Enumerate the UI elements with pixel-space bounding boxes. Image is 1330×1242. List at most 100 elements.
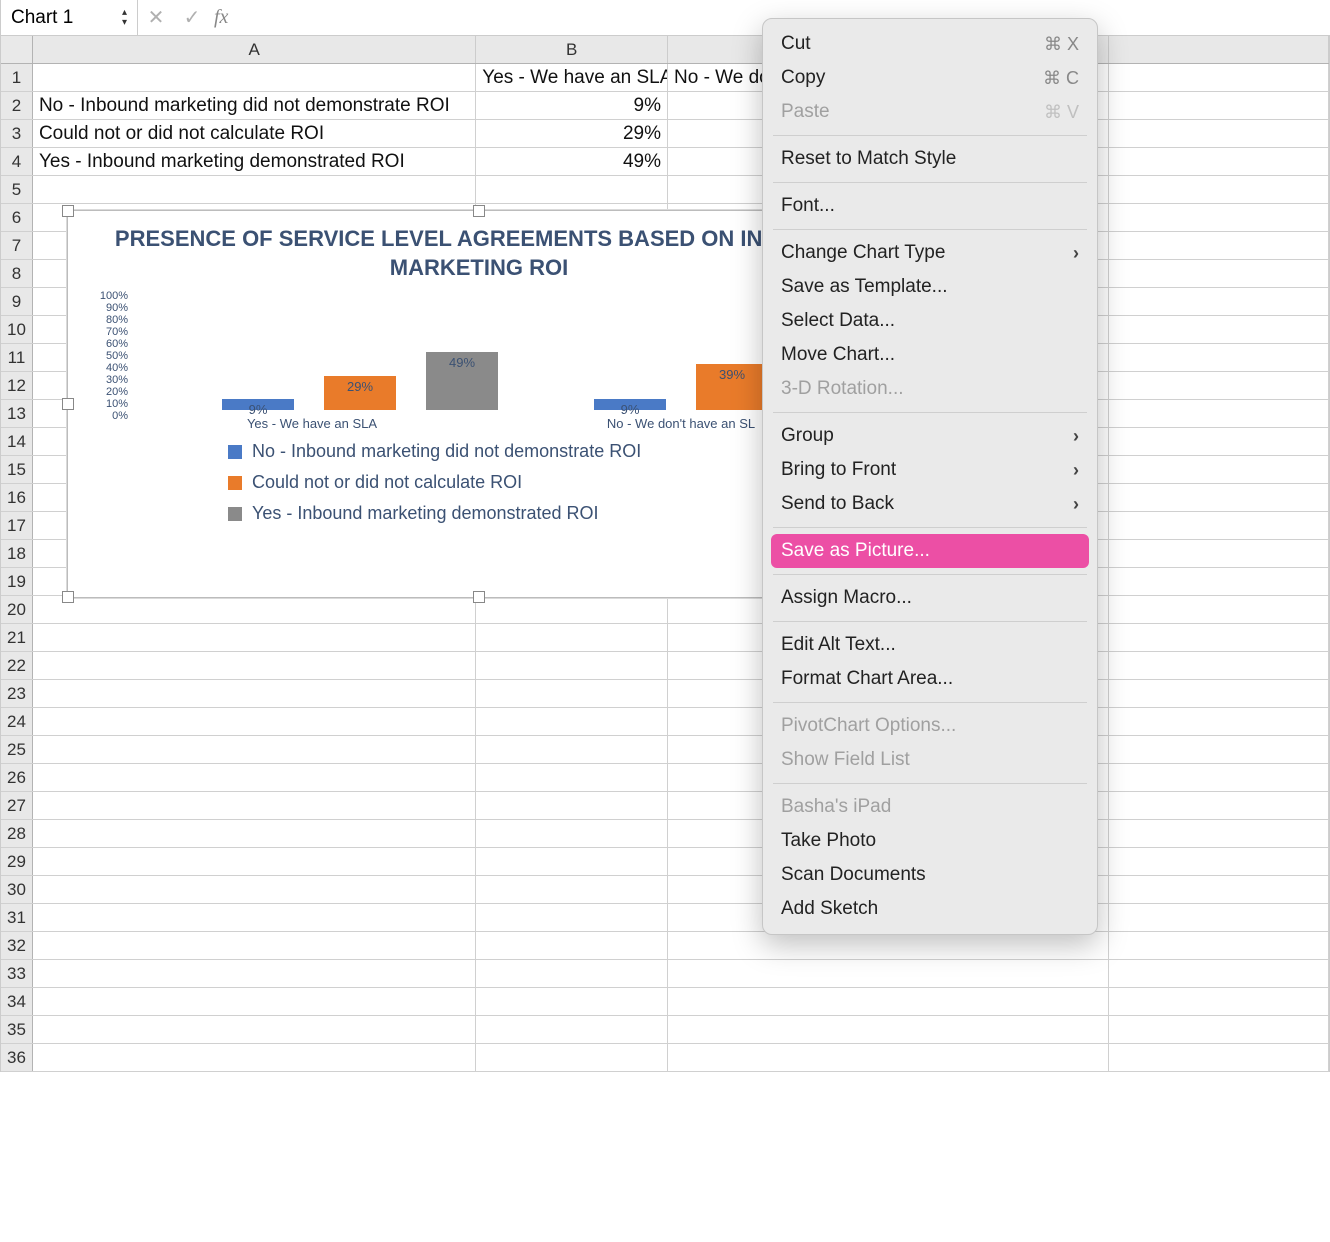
menu-item-edit-alt-text[interactable]: Edit Alt Text... (763, 628, 1097, 662)
cell-D24[interactable] (1109, 708, 1329, 735)
cell-B34[interactable] (476, 988, 668, 1015)
cell-D28[interactable] (1109, 820, 1329, 847)
cell-B29[interactable] (476, 848, 668, 875)
cell-D35[interactable] (1109, 1016, 1329, 1043)
cell-D27[interactable] (1109, 792, 1329, 819)
cell-A32[interactable] (33, 932, 476, 959)
cell-A23[interactable] (33, 680, 476, 707)
resize-handle[interactable] (62, 398, 74, 410)
cell-C35[interactable] (668, 1016, 1109, 1043)
cell-D36[interactable] (1109, 1044, 1329, 1071)
menu-item-take-photo[interactable]: Take Photo (763, 824, 1097, 858)
cell-D19[interactable] (1109, 568, 1329, 595)
cell-D30[interactable] (1109, 876, 1329, 903)
cell-B25[interactable] (476, 736, 668, 763)
cell-D11[interactable] (1109, 344, 1329, 371)
cell-B20[interactable] (476, 596, 668, 623)
confirm-edit-button[interactable]: ✓ (174, 5, 210, 30)
cell-C33[interactable] (668, 960, 1109, 987)
menu-item-add-sketch[interactable]: Add Sketch (763, 892, 1097, 926)
cell-D7[interactable] (1109, 232, 1329, 259)
row-header[interactable]: 29 (1, 848, 33, 875)
cell-A20[interactable] (33, 596, 476, 623)
cell-D18[interactable] (1109, 540, 1329, 567)
row-header[interactable]: 4 (1, 148, 33, 175)
cell-A33[interactable] (33, 960, 476, 987)
menu-item-save-as-picture[interactable]: Save as Picture... (771, 534, 1089, 568)
row-header[interactable]: 13 (1, 400, 33, 427)
col-header-B[interactable]: B (476, 36, 668, 63)
cell-D10[interactable] (1109, 316, 1329, 343)
menu-item-bring-to-front[interactable]: Bring to Front› (763, 453, 1097, 487)
cell-D13[interactable] (1109, 400, 1329, 427)
fx-label[interactable]: fx (210, 6, 228, 29)
row-header[interactable]: 30 (1, 876, 33, 903)
cell-A35[interactable] (33, 1016, 476, 1043)
row-header[interactable]: 17 (1, 512, 33, 539)
menu-item-scan-documents[interactable]: Scan Documents (763, 858, 1097, 892)
cell-B2[interactable]: 9% (476, 92, 668, 119)
cell-D26[interactable] (1109, 764, 1329, 791)
cell-A34[interactable] (33, 988, 476, 1015)
cell-C36[interactable] (668, 1044, 1109, 1071)
cell-D34[interactable] (1109, 988, 1329, 1015)
cell-B31[interactable] (476, 904, 668, 931)
menu-item-group[interactable]: Group› (763, 419, 1097, 453)
cell-B33[interactable] (476, 960, 668, 987)
cell-A24[interactable] (33, 708, 476, 735)
row-header[interactable]: 19 (1, 568, 33, 595)
col-header-D[interactable] (1109, 36, 1329, 63)
row-header[interactable]: 6 (1, 204, 33, 231)
cell-B1[interactable]: Yes - We have an SLA (476, 64, 668, 91)
cell-A26[interactable] (33, 764, 476, 791)
menu-item-font[interactable]: Font... (763, 189, 1097, 223)
resize-handle[interactable] (62, 591, 74, 603)
row-header[interactable]: 9 (1, 288, 33, 315)
cell-B23[interactable] (476, 680, 668, 707)
cell-D2[interactable] (1109, 92, 1329, 119)
cell-D12[interactable] (1109, 372, 1329, 399)
cell-A3[interactable]: Could not or did not calculate ROI (33, 120, 476, 147)
row-header[interactable]: 22 (1, 652, 33, 679)
cell-D17[interactable] (1109, 512, 1329, 539)
row-header[interactable]: 34 (1, 988, 33, 1015)
menu-item-copy[interactable]: Copy⌘ C (763, 61, 1097, 95)
cell-D21[interactable] (1109, 624, 1329, 651)
row-header[interactable]: 27 (1, 792, 33, 819)
cell-A2[interactable]: No - Inbound marketing did not demonstra… (33, 92, 476, 119)
row-header[interactable]: 25 (1, 736, 33, 763)
menu-item-change-chart-type[interactable]: Change Chart Type› (763, 236, 1097, 270)
resize-handle[interactable] (473, 591, 485, 603)
cell-C32[interactable] (668, 932, 1109, 959)
cell-B28[interactable] (476, 820, 668, 847)
cell-A5[interactable] (33, 176, 476, 203)
cell-B21[interactable] (476, 624, 668, 651)
row-header[interactable]: 21 (1, 624, 33, 651)
row-header[interactable]: 31 (1, 904, 33, 931)
row-header[interactable]: 20 (1, 596, 33, 623)
cell-D31[interactable] (1109, 904, 1329, 931)
cell-D3[interactable] (1109, 120, 1329, 147)
row-header[interactable]: 16 (1, 484, 33, 511)
row-header[interactable]: 18 (1, 540, 33, 567)
cell-D32[interactable] (1109, 932, 1329, 959)
cell-A30[interactable] (33, 876, 476, 903)
menu-item-assign-macro[interactable]: Assign Macro... (763, 581, 1097, 615)
menu-item-move-chart[interactable]: Move Chart... (763, 338, 1097, 372)
row-header[interactable]: 23 (1, 680, 33, 707)
cell-B24[interactable] (476, 708, 668, 735)
menu-item-send-to-back[interactable]: Send to Back› (763, 487, 1097, 521)
row-header[interactable]: 24 (1, 708, 33, 735)
cell-A29[interactable] (33, 848, 476, 875)
name-box[interactable]: Chart 1 ▴ ▾ (0, 0, 138, 35)
chevron-down-icon[interactable]: ▾ (122, 18, 127, 28)
cell-D20[interactable] (1109, 596, 1329, 623)
resize-handle[interactable] (473, 205, 485, 217)
cell-D33[interactable] (1109, 960, 1329, 987)
cell-D15[interactable] (1109, 456, 1329, 483)
row-header[interactable]: 33 (1, 960, 33, 987)
row-header[interactable]: 8 (1, 260, 33, 287)
cell-D1[interactable] (1109, 64, 1329, 91)
row-header[interactable]: 12 (1, 372, 33, 399)
select-all-corner[interactable] (1, 36, 33, 63)
